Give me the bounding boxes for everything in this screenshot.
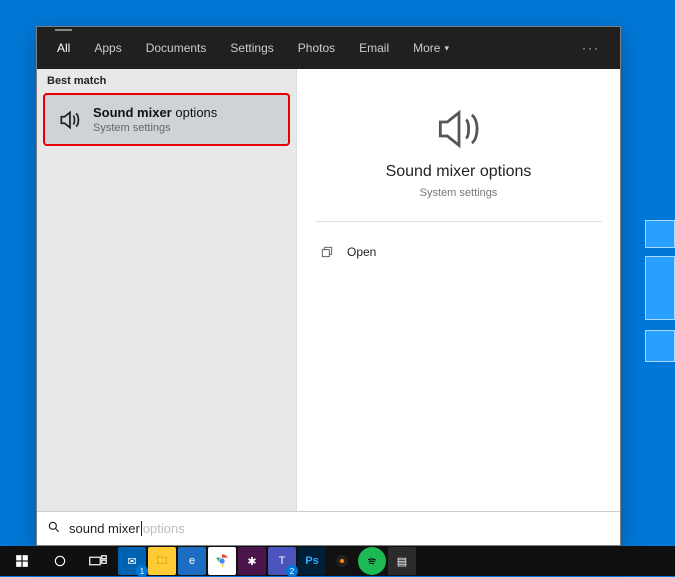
background-window-peek [645, 256, 675, 320]
tab-all[interactable]: All [45, 27, 82, 69]
search-input[interactable]: sound mixer options [37, 511, 620, 545]
cortana-button[interactable] [42, 546, 78, 576]
start-button[interactable] [4, 546, 40, 576]
taskbar-app-generic[interactable]: ▤ [388, 547, 416, 575]
search-filter-tabs: All Apps Documents Settings Photos Email… [37, 27, 620, 69]
tab-photos[interactable]: Photos [286, 27, 347, 69]
taskbar-app-slack[interactable]: ✱ [238, 547, 266, 575]
search-suggestion-text: options [143, 521, 185, 536]
action-open[interactable]: Open [319, 238, 598, 266]
task-view-button[interactable] [80, 546, 116, 576]
taskbar-app-media[interactable] [328, 547, 356, 575]
tab-apps[interactable]: Apps [82, 27, 133, 69]
tab-settings[interactable]: Settings [218, 27, 285, 69]
action-open-label: Open [347, 245, 376, 259]
taskbar-app-photoshop[interactable]: Ps [298, 547, 326, 575]
taskbar-app-explorer[interactable]: 🗀 [148, 547, 176, 575]
search-typed-text: sound mixer [69, 521, 140, 536]
chevron-down-icon: ▾ [444, 43, 449, 54]
speaker-icon [57, 107, 83, 133]
section-label-best-match: Best match [37, 69, 296, 89]
divider [315, 221, 602, 222]
preview-subtitle: System settings [420, 187, 498, 199]
preview-title: Sound mixer options [386, 163, 532, 181]
tab-more[interactable]: More ▾ [401, 27, 461, 69]
taskbar: ✉ 🗀 e ✱ T Ps ▤ [0, 546, 675, 576]
taskbar-app-mail[interactable]: ✉ [118, 547, 146, 575]
open-icon [319, 244, 335, 260]
results-list: Best match Sound mixer options System se… [37, 69, 297, 511]
tab-more-label: More [413, 41, 440, 55]
background-window-peek [645, 220, 675, 248]
taskbar-app-spotify[interactable] [358, 547, 386, 575]
search-icon [47, 520, 61, 537]
speaker-icon [431, 101, 487, 157]
taskbar-app-teams[interactable]: T [268, 547, 296, 575]
taskbar-app-edge[interactable]: e [178, 547, 206, 575]
text-cursor [141, 521, 142, 536]
result-sound-mixer-options[interactable]: Sound mixer options System settings [43, 93, 290, 146]
tabs-overflow-button[interactable]: ··· [570, 41, 612, 55]
start-search-panel: All Apps Documents Settings Photos Email… [36, 26, 621, 546]
tab-email[interactable]: Email [347, 27, 401, 69]
result-subtitle: System settings [93, 122, 217, 134]
taskbar-app-chrome[interactable] [208, 547, 236, 575]
result-title: Sound mixer options [93, 105, 217, 120]
result-preview-pane: Sound mixer options System settings Open [297, 69, 620, 511]
tab-documents[interactable]: Documents [134, 27, 219, 69]
background-window-peek [645, 330, 675, 362]
